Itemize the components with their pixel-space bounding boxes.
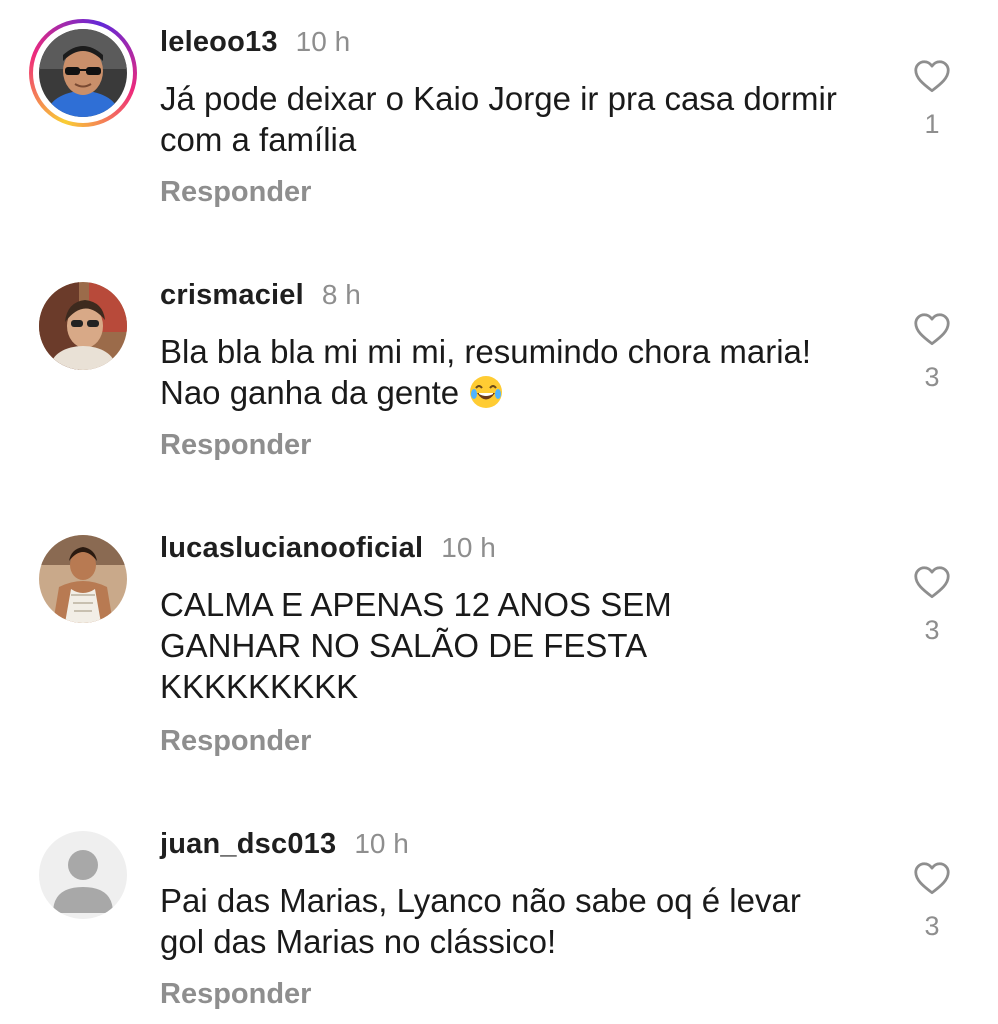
comment-timestamp: 8 h xyxy=(321,279,361,310)
comment-username[interactable]: lucaslucianooficial xyxy=(160,532,423,565)
heart-icon[interactable] xyxy=(913,312,951,346)
reply-button[interactable]: Responder xyxy=(160,725,311,758)
comment-username[interactable]: leleoo13 xyxy=(160,26,278,59)
like-button[interactable]: 3 xyxy=(906,312,958,393)
comment-text: Pai das Marias, Lyanco não sabe oq é lev… xyxy=(160,882,801,960)
comment-text: Já pode deixar o Kaio Jorge ir pra casa … xyxy=(160,80,837,158)
user-photo-beach-icon xyxy=(39,535,127,623)
like-button[interactable]: 3 xyxy=(906,565,958,646)
default-avatar-icon xyxy=(39,831,127,919)
like-button[interactable]: 1 xyxy=(906,59,958,140)
like-count: 1 xyxy=(924,109,940,139)
avatar[interactable] xyxy=(39,282,127,370)
avatar[interactable] xyxy=(39,535,127,623)
heart-icon[interactable] xyxy=(913,565,951,599)
heart-icon[interactable] xyxy=(913,861,951,895)
like-button[interactable]: 3 xyxy=(906,861,958,942)
user-photo-sunglasses-icon xyxy=(39,29,127,117)
comment-timestamp: 10 h xyxy=(354,828,409,859)
laughing-emoji-icon xyxy=(468,374,504,410)
comment-timestamp: 10 h xyxy=(441,532,496,563)
heart-icon[interactable] xyxy=(913,59,951,93)
like-count: 3 xyxy=(924,362,940,392)
user-photo-sunglasses-icon xyxy=(39,282,127,370)
comment-timestamp: 10 h xyxy=(295,26,351,57)
reply-button[interactable]: Responder xyxy=(160,429,311,462)
reply-button[interactable]: Responder xyxy=(160,978,311,1011)
like-count: 3 xyxy=(924,615,940,645)
avatar[interactable] xyxy=(39,831,127,919)
like-count: 3 xyxy=(924,911,940,941)
comment-text: Bla bla bla mi mi mi, resumindo chora ma… xyxy=(160,331,850,413)
comment-username[interactable]: crismaciel xyxy=(160,279,304,312)
comment-text: CALMA E APENAS 12 ANOS SEM GANHAR NO SAL… xyxy=(160,586,672,705)
avatar[interactable] xyxy=(39,29,127,117)
comment-username[interactable]: juan_dsc013 xyxy=(160,828,336,861)
reply-button[interactable]: Responder xyxy=(160,176,311,209)
